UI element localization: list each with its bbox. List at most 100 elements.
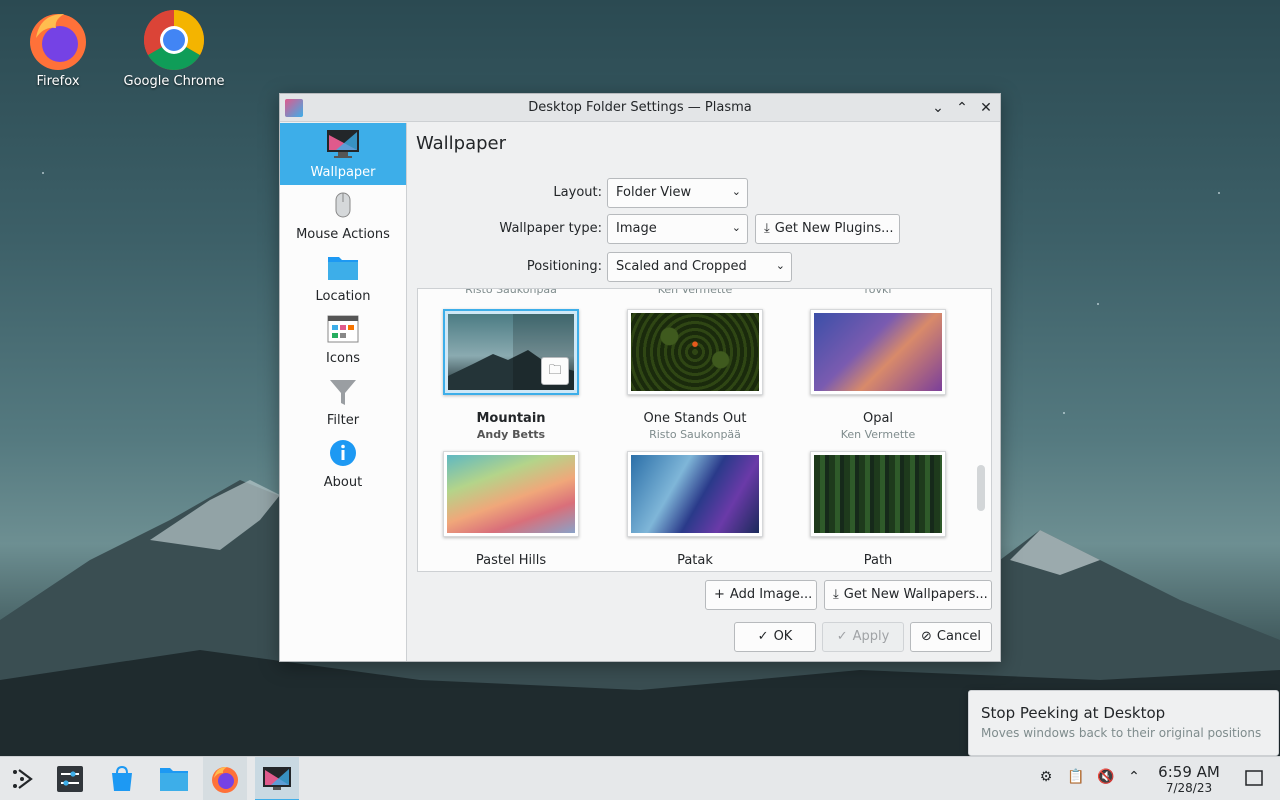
taskbar-discover[interactable] xyxy=(100,757,144,800)
sidebar-item-wallpaper[interactable]: Wallpaper xyxy=(280,123,406,185)
firefox-icon xyxy=(26,8,90,72)
wallpaper-tile-pastel-hills[interactable]: Pastel Hills xyxy=(441,451,581,568)
wallpaper-name: One Stands Out xyxy=(643,411,747,426)
wallpaper-thumbnail xyxy=(443,451,579,537)
sidebar-item-about[interactable]: About xyxy=(280,433,406,495)
check-icon: ✓ xyxy=(836,629,848,644)
desktop-settings-icon xyxy=(263,767,291,790)
sidebar-item-label: Filter xyxy=(326,413,360,428)
notification-title: Stop Peeking at Desktop xyxy=(981,704,1166,722)
settings-content: Wallpaper Layout: Folder View ⌄ Wallpape… xyxy=(408,123,1000,661)
partial-author: rovki xyxy=(864,288,892,296)
mouse-icon xyxy=(326,189,360,223)
volume-muted-icon[interactable]: 🔇 xyxy=(1096,769,1116,789)
wallpaper-name: Path xyxy=(863,553,893,568)
shopping-bag-icon xyxy=(112,765,132,791)
wallpaper-thumbnail xyxy=(627,451,763,537)
wallpaper-thumbnail xyxy=(627,309,763,395)
chevron-down-icon: ⌄ xyxy=(731,185,741,198)
close-button[interactable]: ✕ xyxy=(976,98,996,118)
folder-open-icon: 🗀 xyxy=(548,363,562,378)
get-new-plugins-label: Get New Plugins... xyxy=(774,221,894,236)
sidebar-item-label: Location xyxy=(315,289,371,304)
wallpaper-tile-one-stands-out[interactable]: One Stands Out Risto Saukonpää xyxy=(625,309,765,441)
wallpaper-thumbnail: 🗀 xyxy=(443,309,579,395)
wallpaper-gallery[interactable]: Risto Saukonpää Ken Vermette rovki 🗀 Mou… xyxy=(417,288,992,572)
wallpaper-name: Patak xyxy=(677,553,713,568)
notification-popup[interactable]: Stop Peeking at Desktop Moves windows ba… xyxy=(968,690,1279,756)
clock[interactable]: 6:59 AM 7/28/23 xyxy=(1150,763,1228,795)
cancel-button[interactable]: ⊘ Cancel xyxy=(910,622,992,652)
download-icon: ⤓ xyxy=(833,587,839,602)
wallpaper-author: Risto Saukonpää xyxy=(649,428,741,441)
wallpaper-type-value: Image xyxy=(616,221,657,236)
wallpaper-type-combo[interactable]: Image ⌄ xyxy=(607,214,748,244)
settings-window: Desktop Folder Settings — Plasma ⌄ ⌃ ✕ W… xyxy=(279,93,1001,662)
wallpaper-tile-path[interactable]: Path xyxy=(808,451,948,568)
show-desktop-icon xyxy=(1245,770,1263,786)
sidebar-item-filter[interactable]: Filter xyxy=(280,371,406,433)
desktop-icon-chrome[interactable]: Google Chrome xyxy=(119,8,229,89)
wallpaper-tile-opal[interactable]: Opal Ken Vermette xyxy=(808,309,948,441)
minimize-button[interactable]: ⌄ xyxy=(928,98,948,118)
desktop-icon-label: Google Chrome xyxy=(123,74,225,89)
ok-button[interactable]: ✓ OK xyxy=(734,622,816,652)
maximize-button[interactable]: ⌃ xyxy=(952,98,972,118)
clipboard-icon[interactable]: 📋 xyxy=(1066,769,1086,789)
partial-author: Ken Vermette xyxy=(657,288,733,296)
wallpaper-author: Andy Betts xyxy=(476,428,546,441)
cancel-label: Cancel xyxy=(936,629,981,644)
info-icon xyxy=(326,437,360,471)
download-icon: ⤓ xyxy=(764,221,770,236)
folder-icon xyxy=(160,768,188,791)
open-folder-button[interactable]: 🗀 xyxy=(541,357,569,385)
settings-icon xyxy=(57,766,83,792)
add-image-label: Add Image... xyxy=(729,587,813,602)
clock-time: 6:59 AM xyxy=(1158,763,1220,781)
taskbar-system-settings[interactable] xyxy=(48,757,92,800)
apply-button[interactable]: ✓ Apply xyxy=(822,622,904,652)
kde-launcher-icon xyxy=(13,769,33,789)
settings-sidebar: Wallpaper Mouse Actions Location Icons F… xyxy=(280,123,407,661)
chevron-up-icon[interactable]: ⌃ xyxy=(1124,769,1144,789)
folder-icon xyxy=(326,251,360,285)
get-new-wallpapers-label: Get New Wallpapers... xyxy=(843,587,988,602)
get-new-plugins-button[interactable]: ⤓ Get New Plugins... xyxy=(755,214,900,244)
sidebar-item-icons[interactable]: Icons xyxy=(280,309,406,371)
layout-label: Layout: xyxy=(553,185,602,200)
positioning-combo[interactable]: Scaled and Cropped ⌄ xyxy=(607,252,792,282)
star xyxy=(1218,192,1220,194)
taskbar-dolphin[interactable] xyxy=(152,757,196,800)
wallpaper-name: Opal xyxy=(862,411,894,426)
star xyxy=(42,172,44,174)
desktop-icon-firefox[interactable]: Firefox xyxy=(3,8,113,89)
page-title: Wallpaper xyxy=(416,133,507,154)
apply-label: Apply xyxy=(852,629,890,644)
wallpaper-type-label: Wallpaper type: xyxy=(499,221,602,236)
window-titlebar[interactable]: Desktop Folder Settings — Plasma ⌄ ⌃ ✕ xyxy=(280,94,1000,122)
firefox-icon xyxy=(212,767,238,793)
wallpaper-name: Mountain xyxy=(476,411,546,426)
show-desktop-button[interactable] xyxy=(1244,769,1264,789)
add-image-button[interactable]: + Add Image... xyxy=(705,580,817,610)
kde-connect-icon[interactable]: ⚙ xyxy=(1036,769,1056,789)
taskbar-firefox[interactable] xyxy=(203,757,247,800)
get-new-wallpapers-button[interactable]: ⤓ Get New Wallpapers... xyxy=(824,580,992,610)
taskbar: ⚙ 📋 🔇 ⌃ 6:59 AM 7/28/23 xyxy=(0,756,1280,800)
wallpaper-tile-patak[interactable]: Patak xyxy=(625,451,765,568)
partial-author: Risto Saukonpää xyxy=(465,288,557,296)
notification-body: Moves windows back to their original pos… xyxy=(981,726,1262,740)
sidebar-item-location[interactable]: Location xyxy=(280,247,406,309)
wallpaper-tile-mountain[interactable]: 🗀 Mountain Andy Betts xyxy=(441,309,581,441)
layout-combo[interactable]: Folder View ⌄ xyxy=(607,178,748,208)
desktop-icon-label: Firefox xyxy=(36,74,80,89)
taskbar-desktop-settings[interactable] xyxy=(255,757,299,800)
check-icon: ✓ xyxy=(757,629,769,644)
ok-label: OK xyxy=(773,629,793,644)
wallpaper-thumbnail xyxy=(810,309,946,395)
gallery-scrollbar[interactable] xyxy=(977,465,985,511)
sidebar-item-mouse-actions[interactable]: Mouse Actions xyxy=(280,185,406,247)
filter-icon xyxy=(326,375,360,409)
wallpaper-name: Pastel Hills xyxy=(475,553,547,568)
application-launcher[interactable] xyxy=(0,757,44,800)
